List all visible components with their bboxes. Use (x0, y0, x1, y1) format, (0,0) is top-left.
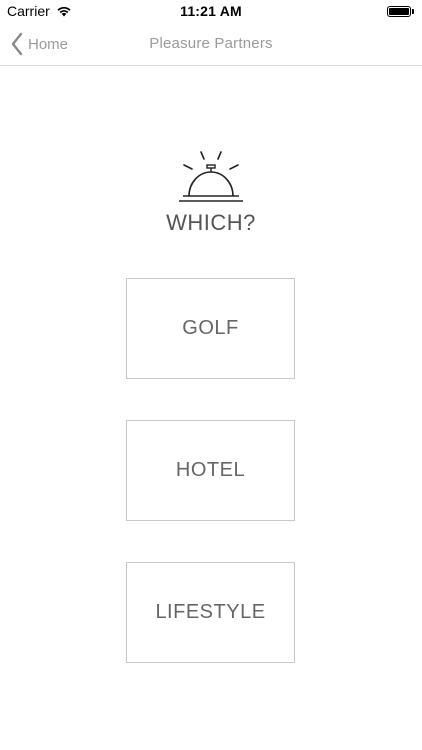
golf-option-label: GOLF (182, 317, 239, 339)
question-heading: WHICH? (166, 210, 256, 235)
golf-option-button[interactable]: GOLF (126, 278, 295, 379)
service-bell-icon (179, 151, 243, 202)
lifestyle-option-button[interactable]: LIFESTYLE (126, 562, 295, 663)
navigation-bar: Home Pleasure Partners (0, 22, 422, 66)
status-bar: Carrier 11:21 AM (0, 0, 422, 22)
hotel-option-label: HOTEL (175, 459, 246, 481)
battery-fill (389, 7, 409, 15)
page-title: Pleasure Partners (149, 35, 273, 52)
status-time: 11:21 AM (180, 3, 242, 19)
hotel-option-button[interactable]: HOTEL (126, 420, 295, 521)
lifestyle-option-label: LIFESTYLE (155, 601, 266, 623)
battery-icon (387, 5, 411, 17)
